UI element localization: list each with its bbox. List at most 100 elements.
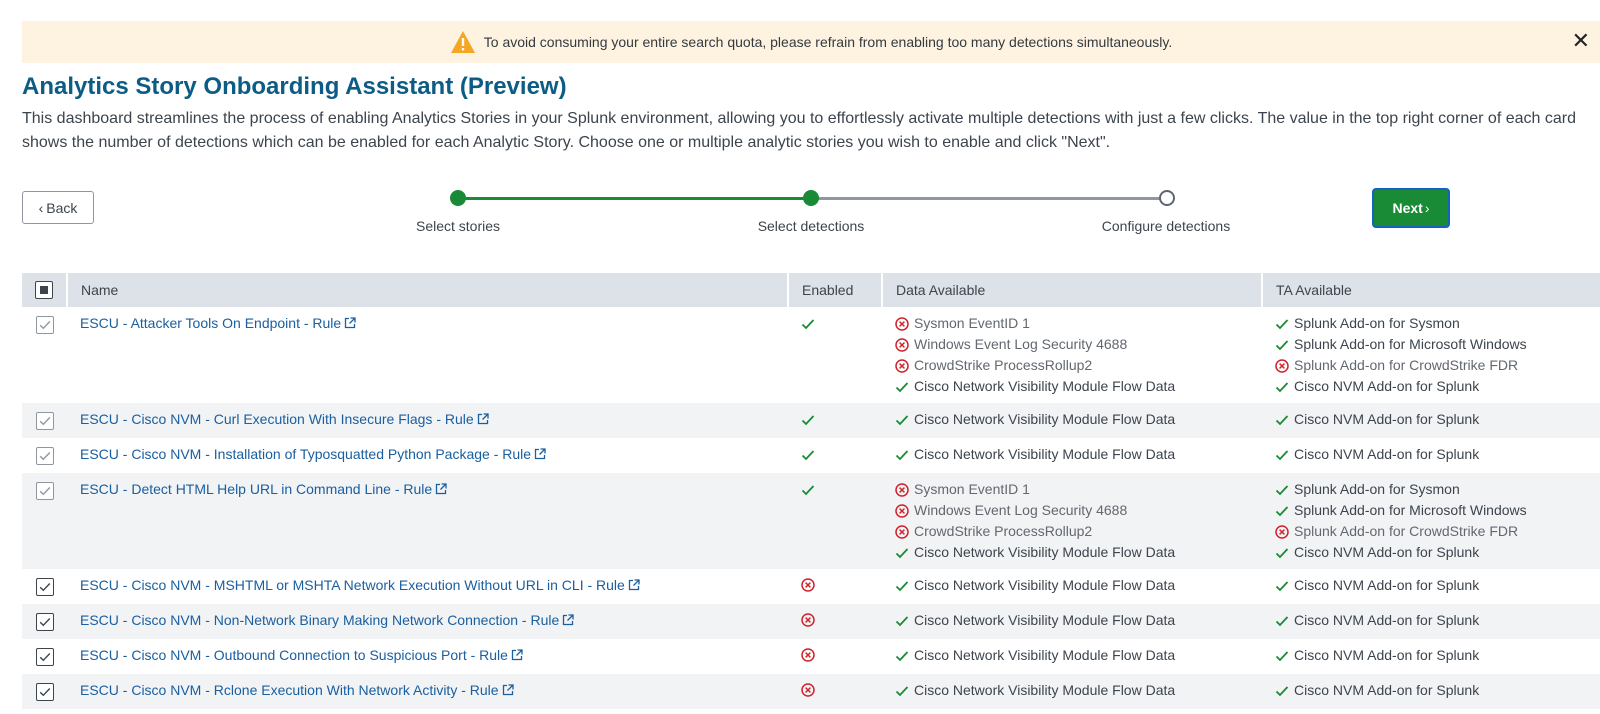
select-all-checkbox[interactable] xyxy=(35,281,53,300)
ta-item: Cisco NVM Add-on for Splunk xyxy=(1275,542,1587,563)
ta-item-label: Cisco NVM Add-on for Splunk xyxy=(1294,411,1480,427)
table-header-row: Name Enabled Data Available TA Available xyxy=(22,273,1600,307)
detection-name: ESCU - Cisco NVM - Installation of Typos… xyxy=(80,446,532,462)
ta-available-cell: Cisco NVM Add-on for Splunk xyxy=(1262,604,1600,639)
row-checkbox[interactable] xyxy=(35,683,54,701)
row-checkbox[interactable] xyxy=(35,412,54,430)
check-icon xyxy=(895,381,909,392)
detection-link[interactable]: ESCU - Cisco NVM - MSHTML or MSHTA Netwo… xyxy=(80,577,640,593)
column-header-ta-available[interactable]: TA Available xyxy=(1262,273,1600,307)
data-item-label: Cisco Network Visibility Module Flow Dat… xyxy=(914,647,1176,663)
table-row[interactable]: ESCU - Cisco NVM - Installation of Typos… xyxy=(22,438,1600,473)
detection-name: ESCU - Attacker Tools On Endpoint - Rule xyxy=(80,315,342,331)
error-circle-icon xyxy=(895,358,909,373)
detection-link[interactable]: ESCU - Attacker Tools On Endpoint - Rule xyxy=(80,315,356,331)
ta-available-cell: Cisco NVM Add-on for Splunk xyxy=(1262,674,1600,709)
name-cell: ESCU - Attacker Tools On Endpoint - Rule xyxy=(67,307,788,403)
detection-link[interactable]: ESCU - Cisco NVM - Non-Network Binary Ma… xyxy=(80,612,574,628)
data-item-label: Cisco Network Visibility Module Flow Dat… xyxy=(914,612,1176,628)
table-row[interactable]: ESCU - Cisco NVM - Rclone Execution With… xyxy=(22,674,1600,709)
error-circle-icon xyxy=(801,578,815,592)
detection-link[interactable]: ESCU - Cisco NVM - Installation of Typos… xyxy=(80,446,546,462)
ta-item-label: Splunk Add-on for Sysmon xyxy=(1294,481,1460,497)
enabled-cell xyxy=(788,569,882,604)
row-select-cell xyxy=(22,473,67,569)
column-header-name[interactable]: Name xyxy=(67,273,789,307)
ta-item-label: Splunk Add-on for CrowdStrike FDR xyxy=(1294,357,1519,373)
external-link-icon xyxy=(511,649,523,661)
check-icon xyxy=(1275,650,1289,661)
data-item: Cisco Network Visibility Module Flow Dat… xyxy=(895,645,1249,666)
error-circle-icon xyxy=(801,648,815,662)
detection-link[interactable]: ESCU - Detect HTML Help URL in Command L… xyxy=(80,481,447,497)
row-checkbox[interactable] xyxy=(35,648,54,666)
detection-name: ESCU - Detect HTML Help URL in Command L… xyxy=(80,481,433,497)
check-icon xyxy=(801,415,815,426)
next-button[interactable]: Next › xyxy=(1372,188,1450,228)
checkbox-check-icon xyxy=(39,321,50,330)
data-item: Cisco Network Visibility Module Flow Dat… xyxy=(895,376,1249,397)
close-icon[interactable]: ✕ xyxy=(1572,29,1590,53)
ta-item-label: Cisco NVM Add-on for Splunk xyxy=(1294,647,1480,663)
table-row[interactable]: ESCU - Cisco NVM - Outbound Connection t… xyxy=(22,639,1600,674)
check-icon xyxy=(1275,381,1289,392)
ta-item: Splunk Add-on for CrowdStrike FDR xyxy=(1275,521,1587,542)
data-available-cell: Cisco Network Visibility Module Flow Dat… xyxy=(882,604,1262,639)
ta-item-label: Cisco NVM Add-on for Splunk xyxy=(1294,378,1480,394)
detection-link[interactable]: ESCU - Cisco NVM - Rclone Execution With… xyxy=(80,682,514,698)
error-circle-icon xyxy=(895,503,909,518)
step-connector-complete xyxy=(458,197,811,200)
column-header-enabled[interactable]: Enabled xyxy=(788,273,883,307)
check-icon xyxy=(1275,615,1289,626)
error-circle-icon xyxy=(801,683,815,697)
row-checkbox[interactable] xyxy=(35,482,54,500)
row-checkbox[interactable] xyxy=(35,578,54,596)
check-icon xyxy=(895,685,909,696)
enabled-cell xyxy=(788,473,882,569)
step-dot-select-detections xyxy=(803,190,819,206)
page-description: This dashboard streamlines the process o… xyxy=(22,110,1576,151)
data-item-label: CrowdStrike ProcessRollup2 xyxy=(914,523,1093,539)
check-icon xyxy=(1275,318,1289,329)
ta-available-cell: Cisco NVM Add-on for Splunk xyxy=(1262,639,1600,674)
ta-item: Splunk Add-on for Microsoft Windows xyxy=(1275,334,1587,355)
name-cell: ESCU - Cisco NVM - Installation of Typos… xyxy=(67,438,788,473)
data-item-label: CrowdStrike ProcessRollup2 xyxy=(914,357,1093,373)
error-circle-icon xyxy=(895,482,909,497)
table-row[interactable]: ESCU - Cisco NVM - Non-Network Binary Ma… xyxy=(22,604,1600,639)
external-link-icon xyxy=(345,317,356,329)
row-checkbox[interactable] xyxy=(35,447,54,465)
ta-item: Splunk Add-on for CrowdStrike FDR xyxy=(1275,355,1587,376)
name-cell: ESCU - Cisco NVM - Rclone Execution With… xyxy=(67,674,788,709)
name-cell: ESCU - Detect HTML Help URL in Command L… xyxy=(67,473,788,569)
data-item: Cisco Network Visibility Module Flow Dat… xyxy=(895,409,1249,430)
ta-item: Cisco NVM Add-on for Splunk xyxy=(1275,645,1587,666)
external-link-icon xyxy=(502,684,514,696)
data-item-label: Windows Event Log Security 4688 xyxy=(914,502,1128,518)
step-label-select-stories: Select stories xyxy=(415,218,501,234)
table-row[interactable]: ESCU - Cisco NVM - Curl Execution With I… xyxy=(22,403,1600,438)
row-select-cell xyxy=(22,569,67,604)
checkbox-check-icon xyxy=(39,417,50,426)
column-header-data-available[interactable]: Data Available xyxy=(882,273,1263,307)
step-dot-configure-detections xyxy=(1159,190,1175,206)
data-available-cell: Cisco Network Visibility Module Flow Dat… xyxy=(882,438,1262,473)
table-row[interactable]: ESCU - Attacker Tools On Endpoint - Rule… xyxy=(22,307,1600,403)
select-all-header xyxy=(22,273,68,307)
detection-link[interactable]: ESCU - Cisco NVM - Outbound Connection t… xyxy=(80,647,523,663)
check-icon xyxy=(895,547,909,558)
row-checkbox[interactable] xyxy=(35,613,54,631)
ta-item: Splunk Add-on for Microsoft Windows xyxy=(1275,500,1587,521)
data-available-cell: Sysmon EventID 1 Windows Event Log Securi… xyxy=(882,307,1262,403)
ta-available-cell: Splunk Add-on for Sysmon Splunk Add-on fo… xyxy=(1262,473,1600,569)
ta-item-label: Cisco NVM Add-on for Splunk xyxy=(1294,682,1480,698)
detection-link[interactable]: ESCU - Cisco NVM - Curl Execution With I… xyxy=(80,411,489,427)
row-checkbox[interactable] xyxy=(35,316,54,334)
data-item-label: Windows Event Log Security 4688 xyxy=(914,336,1128,352)
external-link-icon xyxy=(628,579,640,591)
ta-item-label: Splunk Add-on for Sysmon xyxy=(1294,315,1460,331)
error-circle-icon xyxy=(895,524,909,539)
data-available-cell: Cisco Network Visibility Module Flow Dat… xyxy=(882,403,1262,438)
table-row[interactable]: ESCU - Cisco NVM - MSHTML or MSHTA Netwo… xyxy=(22,569,1600,604)
table-row[interactable]: ESCU - Detect HTML Help URL in Command L… xyxy=(22,473,1600,569)
